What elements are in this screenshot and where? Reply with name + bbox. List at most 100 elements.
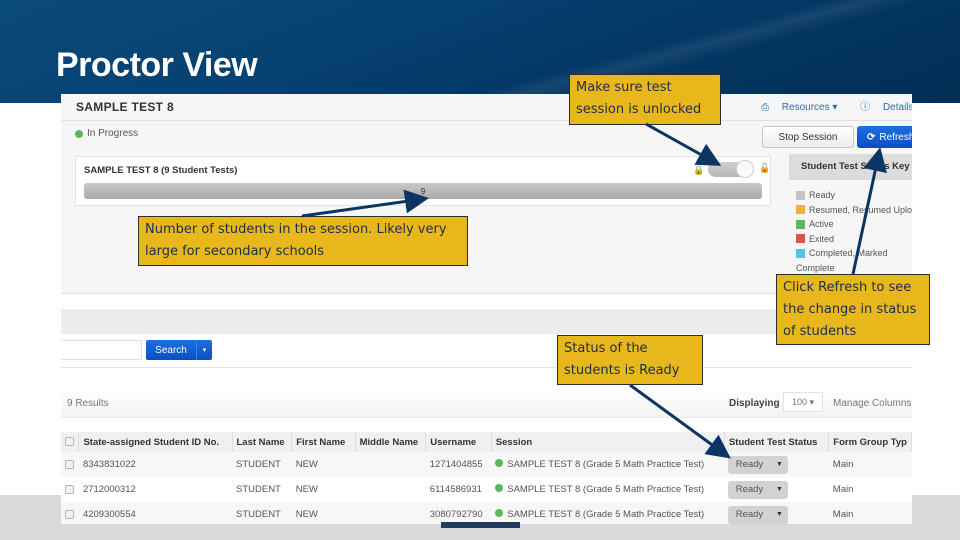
student-count-bar: 9 [84,183,762,199]
callout-status: Status of the students is Ready [557,335,703,385]
col-session[interactable]: Session [491,432,725,452]
callout-refresh: Click Refresh to see the change in statu… [776,274,930,345]
first-name: NEW [291,452,356,477]
last-name: STUDENT [232,452,292,477]
col-test-status[interactable]: Student Test Status [724,432,830,452]
middle-name [355,502,426,524]
username: 6114586931 [429,484,482,495]
row-checkbox[interactable] [65,459,74,469]
footer-tag [441,522,520,528]
swatch-completed [796,248,805,258]
session-active-dot-icon [495,459,504,467]
col-form-group[interactable]: Form Group Typ [828,432,912,452]
student-id: 4209300554 [78,502,232,524]
session-active-dot-icon [495,484,504,492]
results-count: 9 Results [67,398,109,409]
status-cell: Ready ▼ [724,452,829,477]
status-dropdown[interactable]: Ready ▼ [728,455,789,474]
status-key-item: Active [796,217,912,232]
col-username[interactable]: Username [425,432,492,452]
col-first-name[interactable]: First Name [291,432,356,452]
printer-icon: ⎙ [761,102,769,113]
row-checkbox-cell[interactable] [61,477,79,502]
table-header-row: State-assigned Student ID No. Last Name … [61,432,912,452]
resources-link[interactable]: ⎙ Resources ▾ [761,102,847,113]
username: 3080792790 [425,502,492,524]
swatch-exited [796,234,805,244]
status-key-item: Ready [796,188,912,203]
session-cell: SAMPLE TEST 8 (Grade 5 Math Practice Tes… [491,502,725,524]
slide-title: Proctor View [56,46,258,84]
select-all-checkbox[interactable] [65,437,74,447]
lock-toggle[interactable] [708,160,754,178]
session-cell: SAMPLE TEST 8 (Grade 5 Math Practice Tes… [491,452,725,477]
status-key-item: Resumed, Resumed Upload [796,203,912,218]
last-name: STUDENT [236,484,281,495]
session-cell: SAMPLE TEST 8 (Grade 5 Math Practice Tes… [491,477,724,502]
page-size-select[interactable]: 100 ▾ [783,392,823,412]
status-key-list: Ready Resumed, Resumed Upload Active Exi… [796,188,912,275]
swatch-resumed [796,205,805,215]
test-session-box: SAMPLE TEST 8 (9 Student Tests) 🔒 🔓 9 [75,156,771,206]
col-last-name[interactable]: Last Name [232,432,293,452]
manage-columns-button[interactable]: Manage Columns ▾ [833,398,912,409]
middle-name [355,477,426,502]
status-cell: Ready ▼ [724,477,828,502]
table-row: 8343831022 STUDENT NEW 1271404855 SAMPLE… [61,452,912,477]
results-bar: 9 Results Displaying 100 ▾ Manage Column… [61,388,912,418]
status-dropdown[interactable]: Ready ▼ [728,505,789,524]
session-active-dot-icon [495,509,504,517]
divider [61,120,912,121]
status-key-item: Exited [796,232,912,247]
test-box-title: SAMPLE TEST 8 (9 Student Tests) [84,165,238,176]
caret-down-icon: ▼ [775,486,783,493]
students-table: State-assigned Student ID No. Last Name … [61,432,912,524]
last-name: STUDENT [232,502,292,524]
row-checkbox-cell[interactable] [61,452,79,477]
refresh-label: Refresh [879,131,912,143]
search-button[interactable]: Search [146,340,196,360]
status-key-item: Complete [796,262,835,273]
lock-icon: 🔒 [693,165,705,175]
displaying-label: Displaying [729,398,780,409]
row-checkbox-cell[interactable] [61,502,79,524]
col-middle-name[interactable]: Middle Name [355,432,427,452]
session-title: SAMPLE TEST 8 [76,100,174,114]
stop-session-button[interactable]: Stop Session [762,126,854,148]
status-key-panel: Student Test Status Key Ready Resumed, R… [789,154,912,274]
first-name: NEW [291,502,356,524]
toggle-knob[interactable] [736,160,754,178]
select-all-header[interactable] [61,432,80,452]
session-status: In Progress [75,128,138,139]
swatch-ready [796,190,805,200]
unlock-icon: 🔓 [759,163,771,173]
details-link[interactable]: ⓘ Details [860,102,912,113]
form-group: Main [832,484,854,495]
search-options-dropdown[interactable]: ▾ [196,340,212,360]
callout-unlock: Make sure test session is unlocked [569,74,721,125]
first-name: NEW [295,484,318,495]
status-dropdown[interactable]: Ready ▼ [728,480,789,499]
search-input[interactable] [61,340,142,360]
col-student-id[interactable]: State-assigned Student ID No. [78,432,233,452]
info-icon: ⓘ [860,102,871,113]
caret-down-icon: ▼ [775,511,783,518]
table-row: 4209300554 STUDENT NEW 3080792790 SAMPLE… [61,502,912,524]
refresh-icon: ⟳ [867,131,876,143]
form-group: Main [828,452,912,477]
row-checkbox[interactable] [65,509,74,519]
session-status-label: In Progress [87,128,139,139]
table-row: 2712000312 STUDENT NEW 6114586931 SAMPLE… [61,477,912,502]
form-group: Main [828,502,912,524]
refresh-button[interactable]: ⟳ Refresh [857,126,912,148]
row-checkbox[interactable] [65,484,74,494]
status-dot-icon [75,129,83,138]
session-top-links: ⎙ Resources ▾ ⓘ Details ✎ Ed [761,98,912,113]
status-key-item: Completed, Marked [796,246,912,261]
callout-student-count: Number of students in the session. Likel… [138,216,468,266]
username: 1271404855 [425,452,492,477]
student-id: 8343831022 [78,452,232,477]
caret-down-icon: ▾ [202,347,207,354]
caret-down-icon: ▼ [775,461,783,468]
status-key-title: Student Test Status Key [789,154,912,180]
